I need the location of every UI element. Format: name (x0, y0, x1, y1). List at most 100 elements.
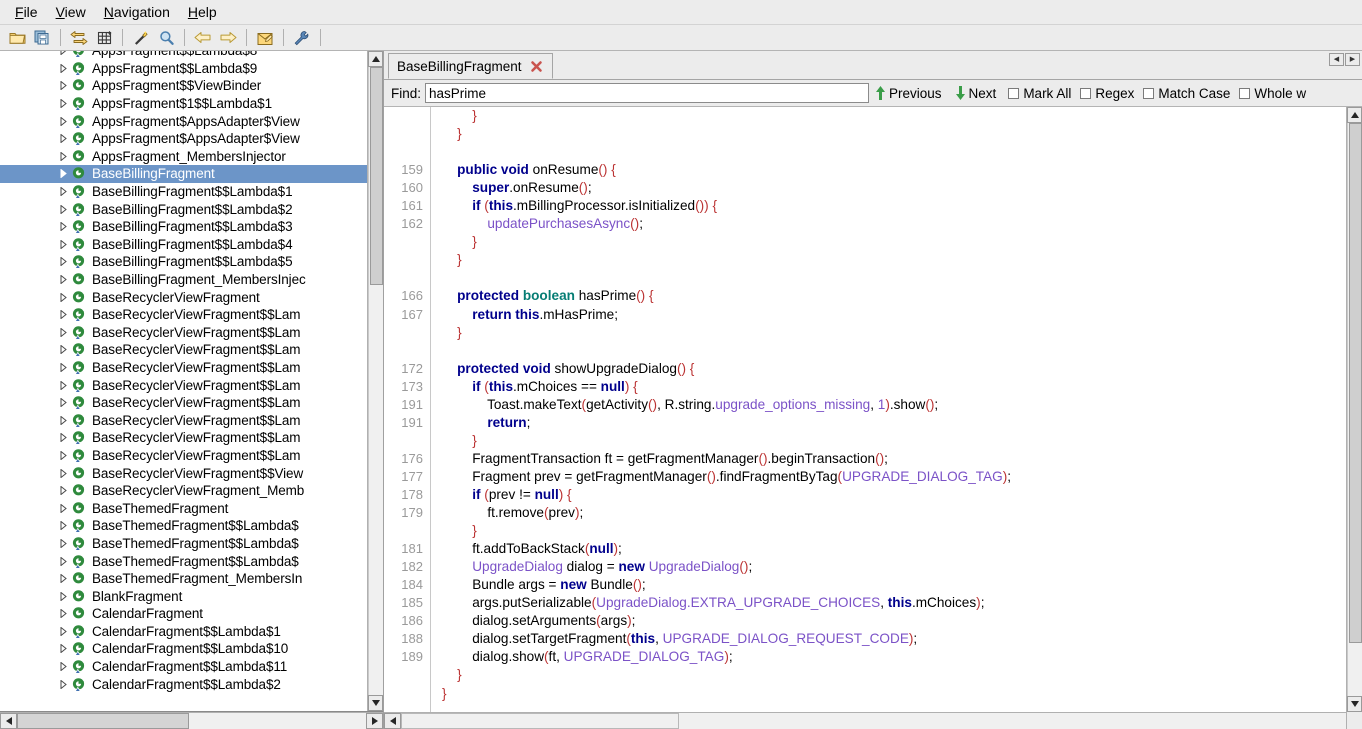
code-vertical-scrollbar[interactable] (1346, 107, 1362, 712)
tree-item[interactable]: BaseRecyclerViewFragment_Memb (0, 482, 367, 500)
tree-item[interactable]: CalendarFragment$$Lambda$11 (0, 658, 367, 676)
tree-item[interactable]: BaseRecyclerViewFragment$$Lam (0, 376, 367, 394)
scroll-track[interactable] (368, 67, 383, 695)
scroll-thumb[interactable] (370, 67, 383, 285)
tree-item[interactable]: BaseThemedFragment (0, 499, 367, 517)
tree-item[interactable]: AppsFragment$$Lambda$8 (0, 51, 367, 60)
expand-triangle-icon[interactable] (55, 345, 71, 354)
tree-item[interactable]: AppsFragment_MembersInjector (0, 148, 367, 166)
tree-item[interactable]: BaseBillingFragment$$Lambda$3 (0, 218, 367, 236)
sync-arrows-icon[interactable] (67, 27, 91, 48)
expand-triangle-icon[interactable] (55, 662, 71, 671)
expand-triangle-icon[interactable] (55, 169, 71, 178)
tab-scroll-left-button[interactable]: ◀ (1329, 53, 1344, 66)
grid-icon[interactable] (92, 27, 116, 48)
menu-item-ile[interactable]: File (6, 2, 47, 22)
tree-item[interactable]: BaseRecyclerViewFragment$$View (0, 464, 367, 482)
menu-item-elp[interactable]: Help (179, 2, 226, 22)
expand-triangle-icon[interactable] (55, 398, 71, 407)
tree-horizontal-scrollbar[interactable] (0, 712, 383, 729)
match-case-checkbox[interactable]: Match Case (1138, 86, 1234, 101)
expand-triangle-icon[interactable] (55, 99, 71, 108)
expand-triangle-icon[interactable] (55, 363, 71, 372)
tree-item[interactable]: CalendarFragment (0, 605, 367, 623)
next-button[interactable]: Next (949, 86, 1004, 101)
tree-item[interactable]: BaseThemedFragment_MembersIn (0, 570, 367, 588)
expand-triangle-icon[interactable] (55, 381, 71, 390)
tree-item[interactable]: AppsFragment$AppsAdapter$View (0, 112, 367, 130)
scroll-down-button[interactable] (1347, 696, 1362, 712)
menu-item-iew[interactable]: View (47, 2, 95, 22)
tree-item[interactable]: BlankFragment (0, 587, 367, 605)
tree-item[interactable]: BaseRecyclerViewFragment$$Lam (0, 411, 367, 429)
expand-triangle-icon[interactable] (55, 521, 71, 530)
expand-triangle-icon[interactable] (55, 64, 71, 73)
expand-triangle-icon[interactable] (55, 627, 71, 636)
expand-triangle-icon[interactable] (55, 557, 71, 566)
expand-triangle-icon[interactable] (55, 644, 71, 653)
tree-item[interactable]: BaseRecyclerViewFragment$$Lam (0, 306, 367, 324)
scroll-down-button[interactable] (368, 695, 383, 711)
editor-tab-basebillingfragment[interactable]: BaseBillingFragment (388, 53, 553, 79)
expand-triangle-icon[interactable] (55, 134, 71, 143)
search-input[interactable] (425, 83, 869, 103)
tree-item[interactable]: CalendarFragment$$Lambda$1 (0, 623, 367, 641)
magnifier-icon[interactable] (154, 27, 178, 48)
forward-arrow-icon[interactable] (216, 27, 240, 48)
expand-triangle-icon[interactable] (55, 51, 71, 55)
expand-triangle-icon[interactable] (55, 293, 71, 302)
code-scroll-pane[interactable]: 1591601611621661671721731911911761771781… (384, 107, 1346, 712)
expand-triangle-icon[interactable] (55, 416, 71, 425)
open-folder-icon[interactable] (5, 27, 29, 48)
expand-triangle-icon[interactable] (55, 240, 71, 249)
tree-item[interactable]: BaseRecyclerViewFragment$$Lam (0, 394, 367, 412)
tree-item[interactable]: BaseRecyclerViewFragment$$Lam (0, 429, 367, 447)
tree-item[interactable]: BaseBillingFragment$$Lambda$5 (0, 253, 367, 271)
expand-triangle-icon[interactable] (55, 433, 71, 442)
tree-item[interactable]: CalendarFragment$$Lambda$2 (0, 675, 367, 693)
expand-triangle-icon[interactable] (55, 222, 71, 231)
tree-item[interactable]: BaseBillingFragment$$Lambda$4 (0, 236, 367, 254)
close-icon[interactable] (530, 60, 543, 73)
checkbox-box[interactable] (1143, 88, 1154, 99)
tree-item[interactable]: CalendarFragment$$Lambda$10 (0, 640, 367, 658)
back-arrow-icon[interactable] (191, 27, 215, 48)
tree-item[interactable]: BaseBillingFragment (0, 165, 367, 183)
expand-triangle-icon[interactable] (55, 539, 71, 548)
whole-word-checkbox[interactable]: Whole w (1234, 86, 1310, 101)
tree-item[interactable]: AppsFragment$$Lambda$9 (0, 60, 367, 78)
preferences-icon[interactable] (253, 27, 277, 48)
tree-item[interactable]: BaseBillingFragment$$Lambda$1 (0, 183, 367, 201)
expand-triangle-icon[interactable] (55, 451, 71, 460)
expand-triangle-icon[interactable] (55, 257, 71, 266)
tree-item[interactable]: BaseThemedFragment$$Lambda$ (0, 552, 367, 570)
checkbox-box[interactable] (1239, 88, 1250, 99)
scroll-track[interactable] (17, 713, 366, 729)
expand-triangle-icon[interactable] (55, 187, 71, 196)
tree-item[interactable]: BaseRecyclerViewFragment (0, 288, 367, 306)
tree-item[interactable]: AppsFragment$1$$Lambda$1 (0, 95, 367, 113)
tree-item[interactable]: BaseBillingFragment$$Lambda$2 (0, 200, 367, 218)
checkbox-box[interactable] (1008, 88, 1019, 99)
scroll-up-button[interactable] (368, 51, 383, 67)
copy-icon[interactable] (30, 27, 54, 48)
expand-triangle-icon[interactable] (55, 328, 71, 337)
scroll-right-button[interactable] (366, 713, 383, 729)
expand-triangle-icon[interactable] (55, 205, 71, 214)
tree-item[interactable]: BaseRecyclerViewFragment$$Lam (0, 447, 367, 465)
expand-triangle-icon[interactable] (55, 81, 71, 90)
checkbox-box[interactable] (1080, 88, 1091, 99)
expand-triangle-icon[interactable] (55, 592, 71, 601)
tree-item[interactable]: BaseRecyclerViewFragment$$Lam (0, 341, 367, 359)
tree-item[interactable]: BaseThemedFragment$$Lambda$ (0, 517, 367, 535)
wand-icon[interactable] (129, 27, 153, 48)
tree-item[interactable]: AppsFragment$$ViewBinder (0, 77, 367, 95)
class-tree[interactable]: AppsFragment$$Lambda$8AppsFragment$$Lamb… (0, 51, 367, 711)
code-horizontal-scrollbar[interactable] (384, 712, 1346, 729)
expand-triangle-icon[interactable] (55, 504, 71, 513)
tab-scroll-right-button[interactable]: ▶ (1345, 53, 1360, 66)
scroll-track[interactable] (401, 713, 1346, 729)
expand-triangle-icon[interactable] (55, 275, 71, 284)
expand-triangle-icon[interactable] (55, 310, 71, 319)
tree-vertical-scrollbar[interactable] (367, 51, 383, 711)
